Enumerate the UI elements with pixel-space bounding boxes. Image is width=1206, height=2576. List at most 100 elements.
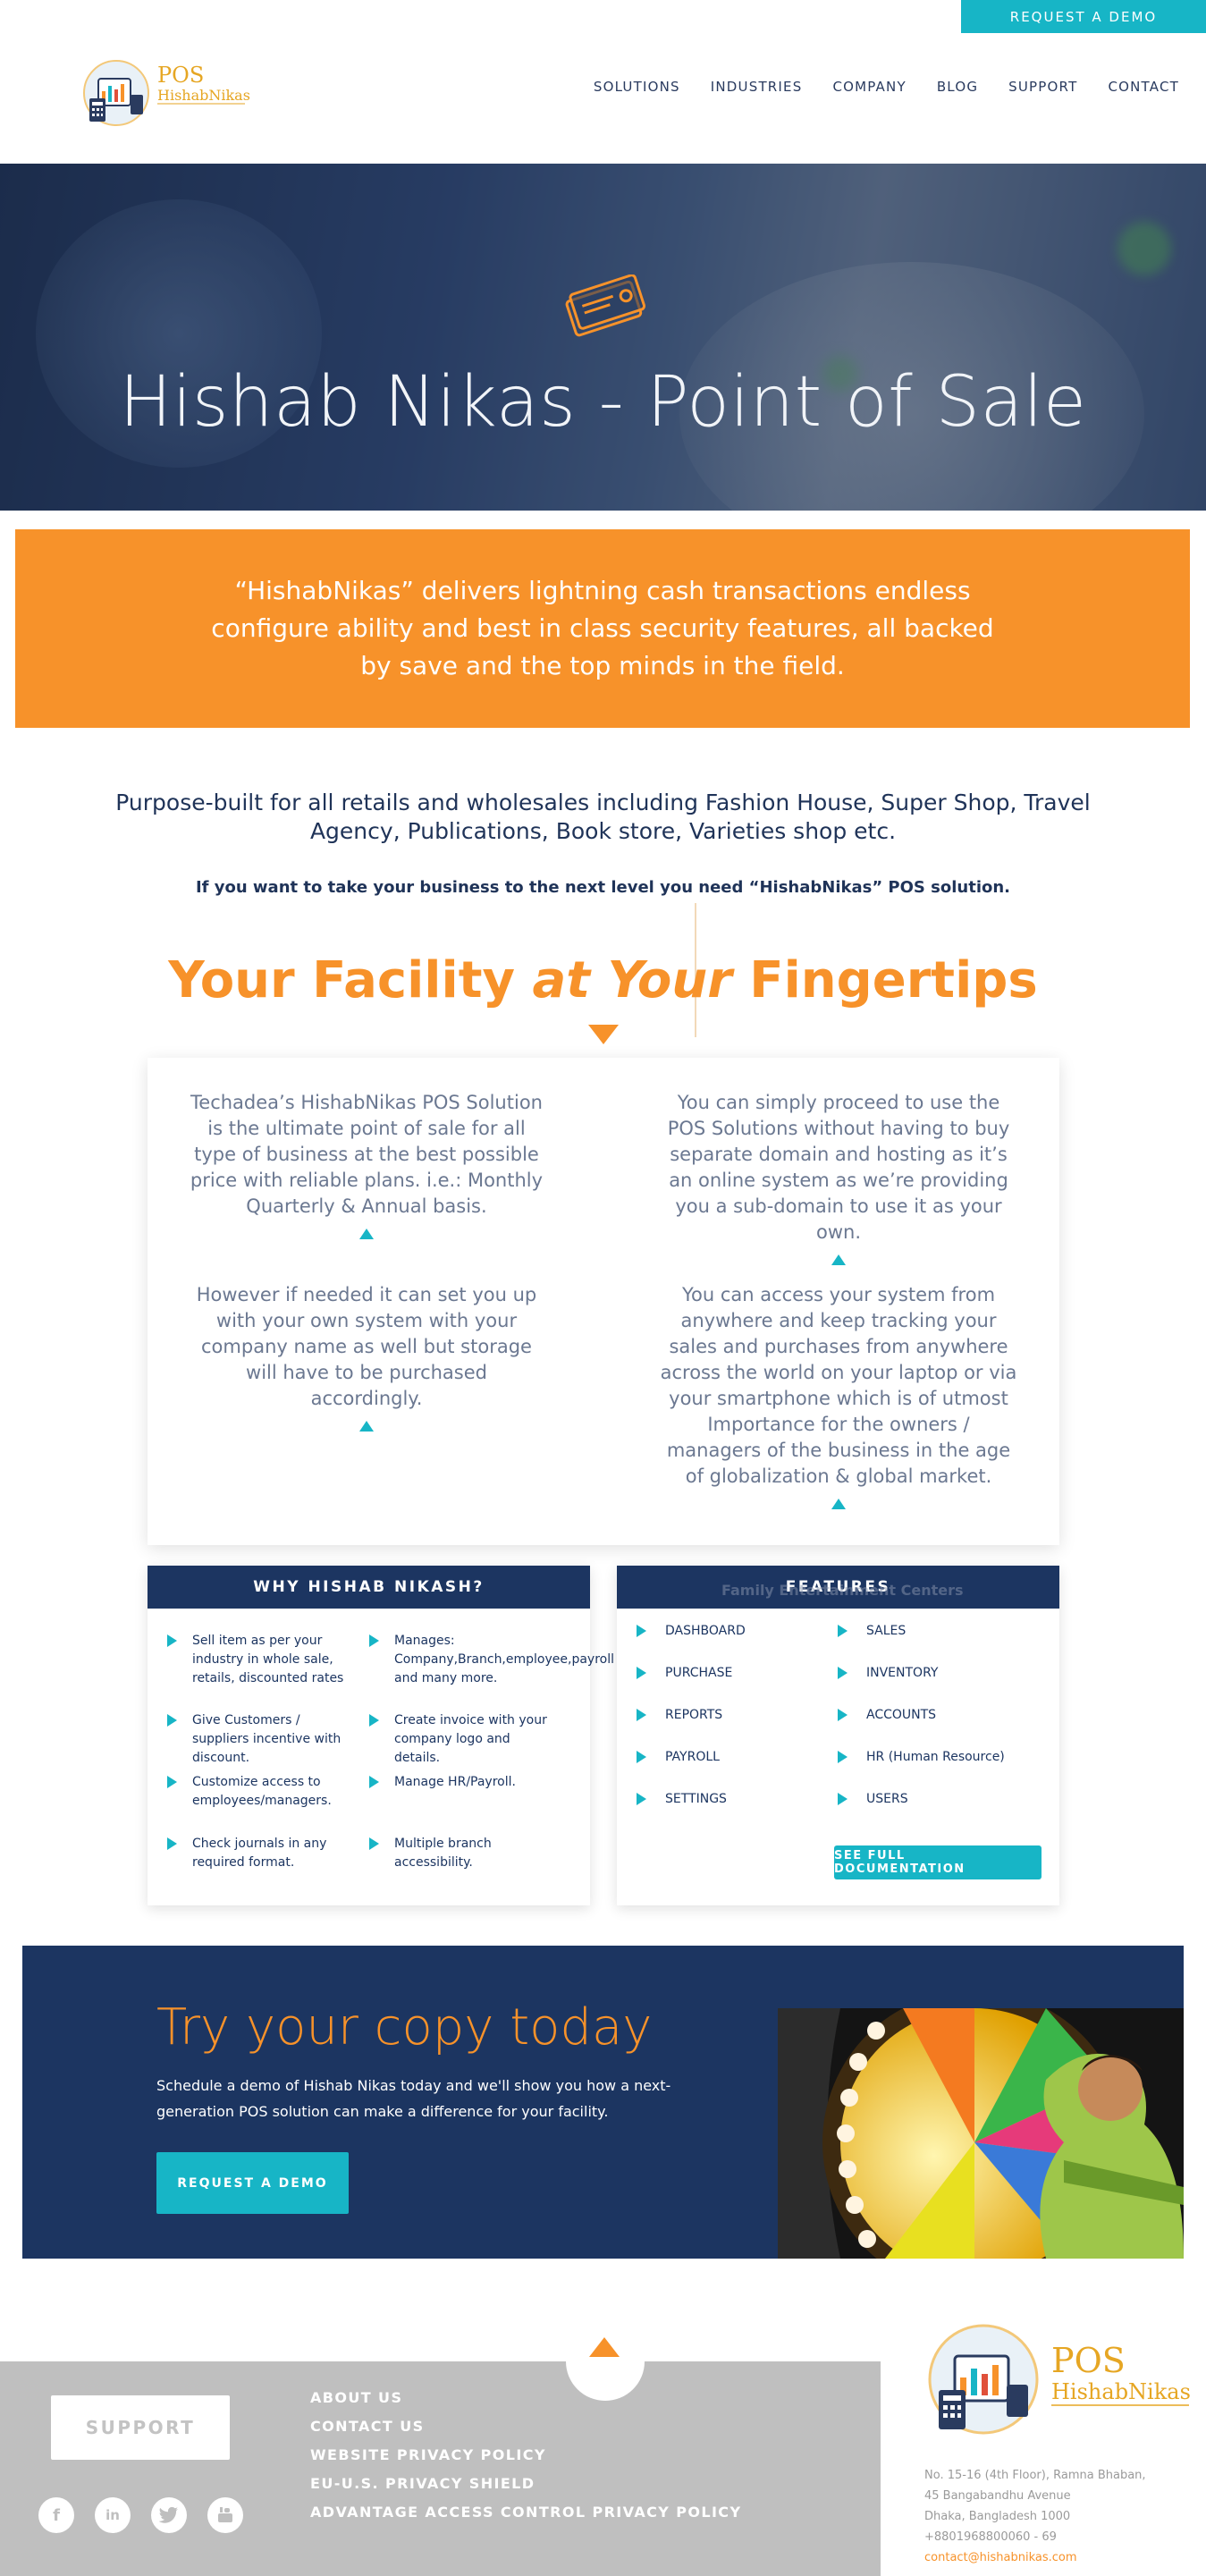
info-text: You can access your system from anywhere…: [660, 1284, 1017, 1487]
feature-settings[interactable]: SETTINGS: [637, 1790, 727, 1808]
bullet-icon: [637, 1625, 646, 1637]
try-section: Try your copy today Schedule a demo of H…: [22, 1946, 1184, 2259]
footer-address: No. 15-16 (4th Floor), Ramna Bhaban, 45 …: [924, 2465, 1146, 2568]
intro-banner: “HishabNikas” delivers lightning cash tr…: [15, 529, 1190, 728]
footer-logo-word-brand: HishabNikas: [1051, 2379, 1191, 2404]
info-block: You can access your system from anywhere…: [660, 1282, 1017, 1509]
why-list-item: Customize access to employees/managers.: [167, 1773, 346, 1811]
feature-purchase[interactable]: PURCHASE: [637, 1664, 732, 1682]
feature-hr[interactable]: HR (Human Resource): [838, 1748, 1005, 1766]
footer-logo-word-pos: POS: [1051, 2341, 1126, 2380]
bullet-icon: [637, 1667, 646, 1679]
why-list-item: Give Customers / suppliers incentive wit…: [167, 1711, 346, 1768]
scroll-top-arrow-icon[interactable]: [589, 2337, 620, 2357]
info-text: You can simply proceed to use the POS So…: [667, 1092, 1010, 1243]
phone-number: +8801968800060 - 69: [924, 2530, 1057, 2544]
nav-blog[interactable]: BLOG: [937, 79, 978, 95]
logo-word-brand: HishabNikas: [157, 87, 250, 104]
why-panel-title: WHY HISHAB NIKASH?: [148, 1566, 590, 1609]
footer-link-privacy[interactable]: WEBSITE PRIVACY POLICY: [310, 2446, 741, 2475]
info-block: Techadea’s HishabNikas POS Solution is t…: [188, 1090, 545, 1239]
ticket-icon: [565, 274, 646, 337]
youtube-icon[interactable]: [207, 2497, 243, 2533]
footer-link-privacy-shield[interactable]: EU-U.S. PRIVACY SHIELD: [310, 2475, 741, 2504]
banner-text: “HishabNikas” delivers lightning cash tr…: [211, 576, 994, 680]
bullet-icon: [838, 1625, 848, 1637]
nav-contact[interactable]: CONTACT: [1108, 79, 1179, 95]
triangle-up-icon: [831, 1254, 846, 1265]
facility-heading-part2: at Your: [532, 951, 732, 1009]
footer-links: ABOUT US CONTACT US WEBSITE PRIVACY POLI…: [310, 2389, 741, 2532]
bullet-icon: [369, 1634, 379, 1647]
request-demo-button[interactable]: REQUEST A DEMO: [156, 2152, 349, 2214]
facebook-icon[interactable]: f: [38, 2497, 74, 2533]
footer-link-access-privacy[interactable]: ADVANTAGE ACCESS CONTROL PRIVACY POLICY: [310, 2504, 741, 2532]
bullet-icon: [838, 1751, 848, 1763]
logo-word-pos: POS: [157, 63, 204, 88]
bullet-icon: [838, 1667, 848, 1679]
bullet-icon: [838, 1709, 848, 1721]
why-list-item: Sell item as per your industry in whole …: [167, 1632, 346, 1688]
arcade-photo: [778, 2008, 1184, 2259]
facility-heading-part1: Your Facility: [168, 951, 533, 1009]
triangle-up-icon: [831, 1499, 846, 1509]
feature-reports[interactable]: REPORTS: [637, 1706, 722, 1724]
linkedin-icon[interactable]: in: [95, 2497, 131, 2533]
facility-heading: Your Facility at Your Fingertips: [0, 951, 1206, 1009]
footer-logo: POS HishabNikas: [928, 2324, 1191, 2435]
feature-sales[interactable]: SALES: [838, 1622, 906, 1640]
bullet-icon: [369, 1776, 379, 1788]
hero-section: Hishab Nikas - Point of Sale: [0, 164, 1206, 511]
bullet-icon: [167, 1837, 177, 1850]
nav-support[interactable]: SUPPORT: [1008, 79, 1077, 95]
logo[interactable]: POS HishabNikas: [79, 50, 257, 131]
why-list-item: Multiple branch accessibility.: [369, 1835, 548, 1872]
info-card: Techadea’s HishabNikas POS Solution is t…: [148, 1058, 1059, 1545]
feature-accounts[interactable]: ACCOUNTS: [838, 1706, 936, 1724]
info-text: Techadea’s HishabNikas POS Solution is t…: [190, 1092, 544, 1217]
address-line: No. 15-16 (4th Floor), Ramna Bhaban,: [924, 2469, 1146, 2482]
request-demo-top-button[interactable]: REQUEST A DEMO: [961, 0, 1206, 33]
info-text: However if needed it can set you up with…: [196, 1284, 537, 1409]
bullet-icon: [637, 1793, 646, 1805]
bullet-icon: [637, 1751, 646, 1763]
support-button[interactable]: SUPPORT: [51, 2395, 230, 2460]
why-list-item: Manage HR/Payroll.: [369, 1773, 548, 1792]
info-block: However if needed it can set you up with…: [188, 1282, 545, 1432]
next-level-text: If you want to take your business to the…: [195, 878, 1011, 897]
email-link[interactable]: contact@hishabnikas.com: [924, 2547, 1146, 2568]
bullet-icon: [167, 1714, 177, 1727]
try-text: Schedule a demo of Hishab Nikas today an…: [156, 2077, 671, 2120]
info-block: You can simply proceed to use the POS So…: [660, 1090, 1017, 1265]
bullet-icon: [369, 1837, 379, 1850]
main-nav: SOLUTIONS INDUSTRIES COMPANY BLOG SUPPOR…: [594, 79, 1179, 95]
twitter-icon[interactable]: [151, 2497, 187, 2533]
footer-link-about[interactable]: ABOUT US: [310, 2389, 741, 2418]
feature-inventory[interactable]: INVENTORY: [838, 1664, 938, 1682]
bullet-icon: [167, 1634, 177, 1647]
feature-dashboard[interactable]: DASHBOARD: [637, 1622, 746, 1640]
why-panel: WHY HISHAB NIKASH? Sell item as per your…: [148, 1566, 614, 1905]
hero-title: Hishab Nikas - Point of Sale: [119, 362, 1087, 443]
triangle-up-icon: [359, 1229, 374, 1239]
purpose-text: Purpose-built for all retails and wholes…: [115, 790, 1091, 844]
triangle-up-icon: [359, 1421, 374, 1432]
address-line: 45 Bangabandhu Avenue: [924, 2489, 1071, 2503]
bullet-icon: [838, 1793, 848, 1805]
feature-users[interactable]: USERS: [838, 1790, 908, 1808]
nav-solutions[interactable]: SOLUTIONS: [594, 79, 680, 95]
bullet-icon: [167, 1776, 177, 1788]
bullet-icon: [369, 1714, 379, 1727]
why-list-item: Check journals in any required format.: [167, 1835, 346, 1872]
see-full-documentation-button[interactable]: SEE FULL DOCUMENTATION: [834, 1845, 1042, 1879]
why-list-item: Create invoice with your company logo an…: [369, 1711, 548, 1768]
footer-link-contact[interactable]: CONTACT US: [310, 2418, 741, 2446]
why-list-item: Manages: Company,Branch,employee,payroll…: [369, 1632, 614, 1688]
nav-industries[interactable]: INDUSTRIES: [711, 79, 803, 95]
features-panel: FEATURES Family Entertainment Centers DA…: [617, 1566, 1059, 1905]
features-ghost-text: Family Entertainment Centers: [721, 1582, 964, 1599]
arrow-down-icon: [588, 1025, 619, 1044]
feature-payroll[interactable]: PAYROLL: [637, 1748, 720, 1766]
nav-company[interactable]: COMPANY: [832, 79, 906, 95]
facility-heading-part3: Fingertips: [731, 951, 1038, 1009]
